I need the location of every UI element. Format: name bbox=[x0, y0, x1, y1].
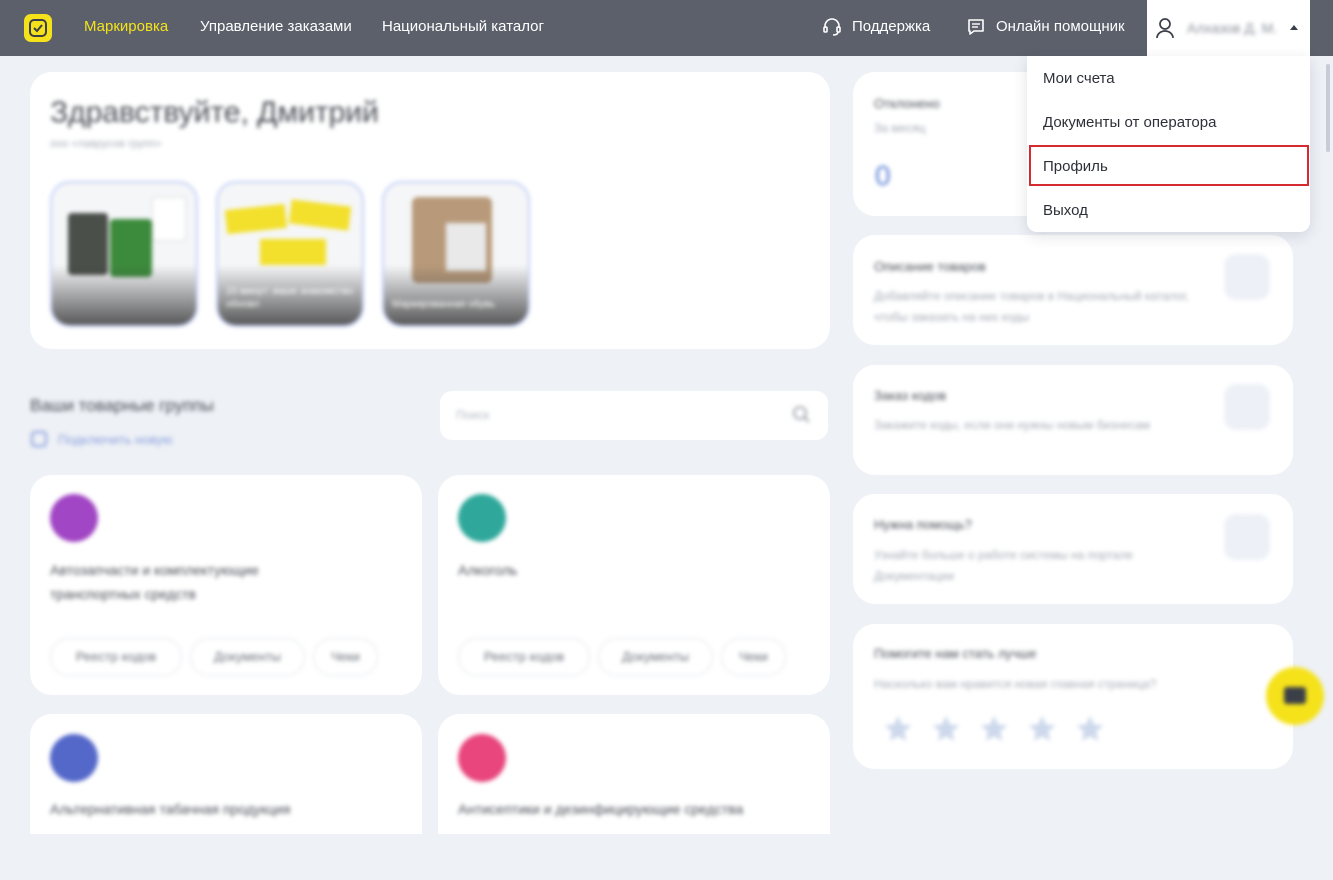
groups-title: Ваши товарные группы bbox=[30, 396, 214, 415]
assistant-label: Онлайн помощник bbox=[996, 18, 1125, 35]
auto-parts-icon bbox=[50, 494, 98, 542]
scrollbar-thumb[interactable] bbox=[1326, 64, 1330, 152]
nav-orders[interactable]: Управление заказами bbox=[200, 18, 352, 35]
chip-documents[interactable]: Документы bbox=[190, 638, 305, 676]
stats-value: 0 bbox=[875, 160, 891, 191]
assistant-link[interactable]: Онлайн помощник bbox=[968, 18, 1125, 35]
caret-up-icon bbox=[1290, 25, 1298, 30]
user-menu-button[interactable]: Алхазов Д. М. bbox=[1147, 0, 1310, 56]
printer-icon bbox=[1224, 384, 1270, 430]
chat-bubble-icon bbox=[966, 17, 986, 41]
story-card-2[interactable]: 15 минут: ваше знакомство обновл bbox=[216, 181, 364, 327]
group-name: Алкоголь bbox=[458, 562, 518, 578]
add-icon bbox=[31, 431, 47, 447]
support-link[interactable]: Поддержка bbox=[823, 18, 931, 36]
story-caption: 15 минут: ваше знакомство обновл bbox=[226, 286, 354, 310]
rating-text: Насколько вам нравится новая главная стр… bbox=[874, 677, 1157, 691]
nav-catalog[interactable]: Национальный каталог bbox=[382, 18, 544, 35]
group-name: Автозапчасти и комплектующие транспортны… bbox=[50, 562, 259, 602]
group-card-antiseptics[interactable] bbox=[438, 714, 830, 854]
star-icon[interactable] bbox=[930, 713, 962, 750]
group-card-tobacco[interactable] bbox=[30, 714, 422, 854]
greeting-subtitle: ооо «лаврусов групп» bbox=[50, 138, 162, 150]
antiseptics-icon bbox=[458, 734, 506, 782]
page-bottom bbox=[0, 834, 1323, 880]
chip-codes-registry[interactable]: Реестр кодов bbox=[458, 638, 590, 676]
menu-item-logout[interactable]: Выход bbox=[1043, 202, 1088, 219]
card-text: Узнайте больше о работе системы на порта… bbox=[874, 548, 1133, 583]
top-bar: Маркировка Управление заказами Националь… bbox=[0, 0, 1333, 56]
star-icon[interactable] bbox=[978, 713, 1010, 750]
add-group-link[interactable]: Подключить новую bbox=[58, 432, 172, 447]
chip-receipts[interactable]: Чеки bbox=[313, 638, 378, 676]
star-icon[interactable] bbox=[1074, 713, 1106, 750]
card-text: Добавляйте описание товаров в Национальн… bbox=[874, 289, 1189, 324]
group-name: Антисептики и дезинфицирующие средства bbox=[458, 801, 744, 817]
stats-subtitle: За месяц bbox=[874, 121, 926, 135]
group-name: Альтернативная табачная продукция bbox=[50, 801, 291, 817]
story-card-1[interactable] bbox=[50, 181, 198, 327]
scrollbar-track[interactable] bbox=[1323, 56, 1333, 880]
chip-codes-registry[interactable]: Реестр кодов bbox=[50, 638, 182, 676]
groups-search[interactable]: Поиск bbox=[440, 391, 828, 440]
story-caption: Маркированная обувь bbox=[392, 299, 495, 310]
chat-icon bbox=[1284, 687, 1306, 704]
star-icon[interactable] bbox=[882, 713, 914, 750]
search-icon[interactable] bbox=[792, 405, 812, 430]
card-title: Нужна помощь? bbox=[874, 517, 972, 532]
rating-title: Помогите нам стать лучше bbox=[874, 646, 1037, 661]
stats-title: Отклонено bbox=[874, 96, 940, 111]
card-text: Закажите коды, если они нужны новым бизн… bbox=[874, 418, 1150, 432]
story-card-3[interactable]: Маркированная обувь bbox=[382, 181, 530, 327]
headset-icon bbox=[822, 17, 842, 41]
greeting-title: Здравствуйте, Дмитрий bbox=[50, 96, 379, 129]
star-icon[interactable] bbox=[1026, 713, 1058, 750]
alcohol-icon bbox=[458, 494, 506, 542]
profile-highlight bbox=[1029, 145, 1309, 186]
tobacco-icon bbox=[50, 734, 98, 782]
user-icon bbox=[1155, 17, 1175, 44]
chip-documents[interactable]: Документы bbox=[598, 638, 713, 676]
support-label: Поддержка bbox=[852, 18, 931, 35]
search-placeholder: Поиск bbox=[456, 408, 490, 422]
card-title: Описание товаров bbox=[874, 259, 986, 274]
chat-widget-button[interactable] bbox=[1266, 667, 1324, 725]
nav-marking[interactable]: Маркировка bbox=[84, 18, 168, 35]
lifebuoy-icon bbox=[1224, 514, 1270, 560]
menu-item-my-accounts[interactable]: Мои счета bbox=[1043, 70, 1115, 87]
card-title: Заказ кодов bbox=[874, 388, 947, 403]
user-name: Алхазов Д. М. bbox=[1187, 20, 1278, 36]
user-dropdown-menu: Мои счета Документы от оператора Профиль… bbox=[1027, 56, 1310, 232]
logo-icon[interactable] bbox=[24, 14, 52, 42]
catalog-icon bbox=[1224, 254, 1270, 300]
menu-item-operator-documents[interactable]: Документы от оператора bbox=[1043, 114, 1216, 131]
chip-receipts[interactable]: Чеки bbox=[721, 638, 786, 676]
